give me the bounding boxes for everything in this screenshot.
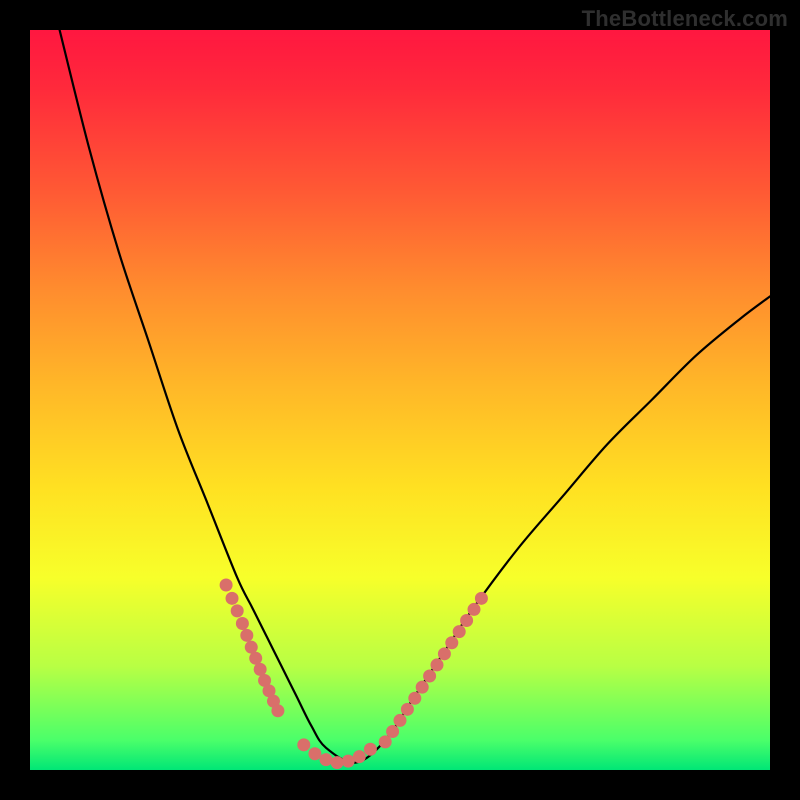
- highlight-dot: [245, 641, 258, 654]
- highlight-dot: [231, 604, 244, 617]
- curve-layer: [30, 30, 770, 770]
- highlight-dot: [226, 592, 239, 605]
- highlight-dot: [297, 738, 310, 751]
- highlight-dot: [431, 658, 444, 671]
- highlight-dot: [240, 629, 253, 642]
- highlight-dot: [401, 703, 414, 716]
- highlight-dot: [445, 636, 458, 649]
- highlight-dots-bottom: [297, 738, 377, 769]
- highlight-dot: [394, 714, 407, 727]
- highlight-dot: [271, 704, 284, 717]
- highlight-dot: [423, 670, 436, 683]
- chart-frame: TheBottleneck.com: [0, 0, 800, 800]
- highlight-dot: [342, 755, 355, 768]
- highlight-dot: [331, 756, 344, 769]
- highlight-dot: [220, 579, 233, 592]
- highlight-dot: [468, 603, 481, 616]
- highlight-dot: [353, 750, 366, 763]
- highlight-dot: [460, 614, 473, 627]
- highlight-dot: [475, 592, 488, 605]
- highlight-dot: [249, 652, 262, 665]
- highlight-dot: [438, 647, 451, 660]
- highlight-dot: [416, 681, 429, 694]
- highlight-dot: [453, 625, 466, 638]
- highlight-dot: [364, 743, 377, 756]
- plot-area: [30, 30, 770, 770]
- highlight-dot: [308, 747, 321, 760]
- highlight-dot: [254, 663, 267, 676]
- highlight-dots-right: [379, 592, 488, 749]
- highlight-dot: [408, 692, 421, 705]
- highlight-dot: [386, 725, 399, 738]
- highlight-dot: [236, 617, 249, 630]
- bottleneck-curve: [60, 30, 770, 763]
- watermark-text: TheBottleneck.com: [582, 6, 788, 32]
- highlight-dots-left: [220, 579, 285, 718]
- highlight-dot: [320, 753, 333, 766]
